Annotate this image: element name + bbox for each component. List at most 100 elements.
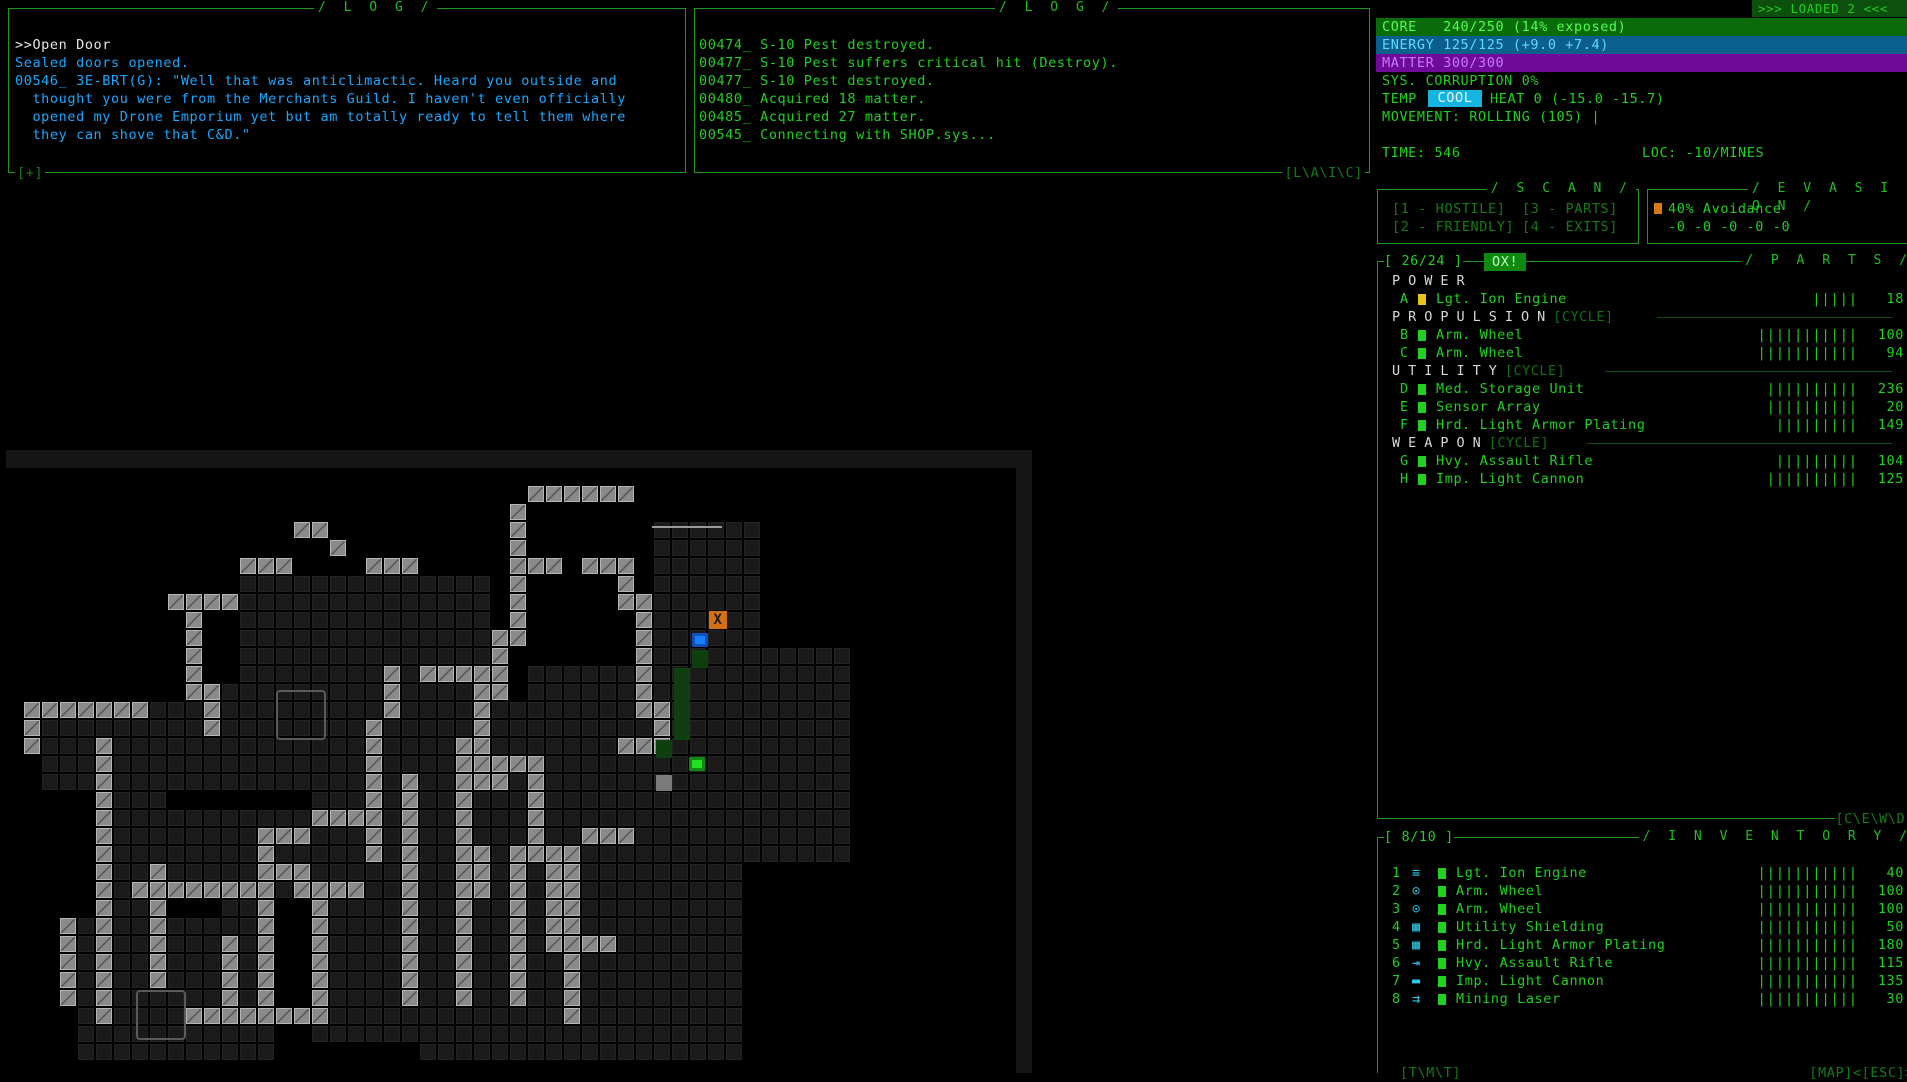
inventory-item-name: Arm. Wheel (1456, 901, 1544, 917)
floor-tile (420, 846, 436, 862)
floor-tile (636, 810, 652, 826)
parts-section-name: WEAPON (1392, 435, 1489, 451)
wall-tile (294, 522, 310, 538)
floor-tile (582, 774, 598, 790)
wall-tile (564, 990, 580, 1006)
floor-tile (474, 954, 490, 970)
inventory-row[interactable]: 3 ⊙ Arm. Wheel ||||||||||| 100 (1378, 900, 1907, 918)
floor-tile (690, 612, 706, 628)
part-row[interactable]: D Med. Storage Unit |||||||||| 236 (1378, 380, 1907, 398)
floor-tile (348, 1026, 364, 1042)
floor-tile (96, 1026, 112, 1042)
floor-tile (636, 720, 652, 736)
cycle-button[interactable]: [CYCLE] (1553, 309, 1613, 325)
map-marker-x[interactable]: X (709, 611, 727, 629)
floor-tile (546, 720, 562, 736)
part-status-icon (1418, 474, 1426, 485)
floor-tile (42, 756, 58, 772)
part-row[interactable]: G Hvy. Assault Rifle ||||||||| 104 (1378, 452, 1907, 470)
player-bot-icon[interactable] (689, 757, 705, 771)
scan-parts[interactable]: [3 - PARTS] (1522, 200, 1618, 218)
floor-tile (348, 954, 364, 970)
floor-tile (780, 666, 796, 682)
parts-footer[interactable]: [C\E\W\D] (1835, 810, 1907, 828)
floor-tile (78, 918, 94, 934)
floor-tile (276, 882, 292, 898)
floor-tile (384, 936, 400, 952)
floor-tile (348, 1008, 364, 1024)
floor-tile (186, 720, 202, 736)
log-footer[interactable]: [L\A\I\C] (1282, 164, 1365, 182)
map-frame (6, 450, 1032, 468)
inventory-row[interactable]: 2 ⊙ Arm. Wheel ||||||||||| 100 (1378, 882, 1907, 900)
part-row[interactable]: A Lgt. Ion Engine ||||| 18 (1378, 290, 1907, 308)
item-status-icon (1438, 958, 1446, 969)
inventory-integrity-bar: ||||||||||| (1757, 865, 1858, 881)
floor-tile (762, 846, 778, 862)
inventory-footer-right[interactable]: [MAP]<[ESC]> (1809, 1064, 1907, 1082)
floor-tile (438, 900, 454, 916)
scan-exits[interactable]: [4 - EXITS] (1522, 218, 1618, 236)
scan-friendly[interactable]: [2 - FRIENDLY] (1392, 218, 1514, 236)
part-row[interactable]: E Sensor Array |||||||||| 20 (1378, 398, 1907, 416)
cycle-button[interactable]: [CYCLE] (1505, 363, 1565, 379)
inventory-row[interactable]: 8 ⇉ Mining Laser ||||||||||| 30 (1378, 990, 1907, 1008)
part-row[interactable]: C Arm. Wheel ||||||||||| 94 (1378, 344, 1907, 362)
part-row[interactable]: B Arm. Wheel ||||||||||| 100 (1378, 326, 1907, 344)
scan-hostile[interactable]: [1 - HOSTILE] (1392, 200, 1505, 218)
floor-tile (402, 576, 418, 592)
floor-tile (672, 1044, 688, 1060)
floor-tile (384, 846, 400, 862)
floor-tile (348, 774, 364, 790)
wall-tile (510, 558, 526, 574)
floor-tile (600, 972, 616, 988)
parts-tab[interactable]: OX! (1484, 253, 1527, 271)
floor-tile (384, 810, 400, 826)
inventory-row[interactable]: 1 ≡ Lgt. Ion Engine ||||||||||| 40 (1378, 864, 1907, 882)
wall-tile (258, 900, 274, 916)
inventory-slot-key: 3 (1392, 901, 1401, 917)
floor-tile (834, 756, 850, 772)
wall-tile (258, 954, 274, 970)
floor-tile (762, 774, 778, 790)
inventory-row[interactable]: 4 ▦ Utility Shielding ||||||||||| 50 (1378, 918, 1907, 936)
inventory-item-name: Lgt. Ion Engine (1456, 865, 1587, 881)
part-row[interactable]: F Hrd. Light Armor Plating ||||||||| 149 (1378, 416, 1907, 434)
floor-tile (780, 648, 796, 664)
floor-tile (618, 684, 634, 700)
floor-tile (582, 900, 598, 916)
cycle-button[interactable]: [CYCLE] (1489, 435, 1549, 451)
floor-tile (672, 828, 688, 844)
inventory-row[interactable]: 6 ⇥ Hvy. Assault Rifle ||||||||||| 115 (1378, 954, 1907, 972)
wall-tile (456, 954, 472, 970)
floor-tile (636, 882, 652, 898)
inventory-row[interactable]: 7 ▬ Imp. Light Cannon ||||||||||| 135 (1378, 972, 1907, 990)
floor-tile (546, 756, 562, 772)
item-status-icon (1438, 994, 1446, 1005)
floor-tile (78, 972, 94, 988)
floor-tile (672, 594, 688, 610)
floor-tile (726, 558, 742, 574)
floor-tile (204, 954, 220, 970)
wall-tile (366, 792, 382, 808)
floor-tile (186, 774, 202, 790)
inventory-row[interactable]: 5 ▦ Hrd. Light Armor Plating ||||||||||| 180 (1378, 936, 1907, 954)
parts-section-header: UTILITY[CYCLE] (1392, 362, 1892, 380)
floor-tile (690, 1026, 706, 1042)
inventory-footer-left[interactable]: [T\M\T] (1400, 1064, 1462, 1082)
inventory-slot-key: 4 (1392, 919, 1401, 935)
wall-tile (330, 810, 346, 826)
floor-tile (726, 594, 742, 610)
parts-section-header: WEAPON[CYCLE] (1392, 434, 1892, 452)
log-footer[interactable]: [+] (15, 164, 46, 182)
part-row[interactable]: H Imp. Light Cannon |||||||||| 125 (1378, 470, 1907, 488)
wall-tile (636, 630, 652, 646)
friendly-bot-icon[interactable] (692, 633, 708, 647)
part-status-icon (1418, 402, 1426, 413)
temp-badge: COOL (1428, 90, 1482, 107)
wall-tile (636, 666, 652, 682)
floor-tile (744, 756, 760, 772)
map-view[interactable]: X (6, 450, 1032, 1073)
floor-tile (348, 792, 364, 808)
inventory-slot-key: 1 (1392, 865, 1401, 881)
